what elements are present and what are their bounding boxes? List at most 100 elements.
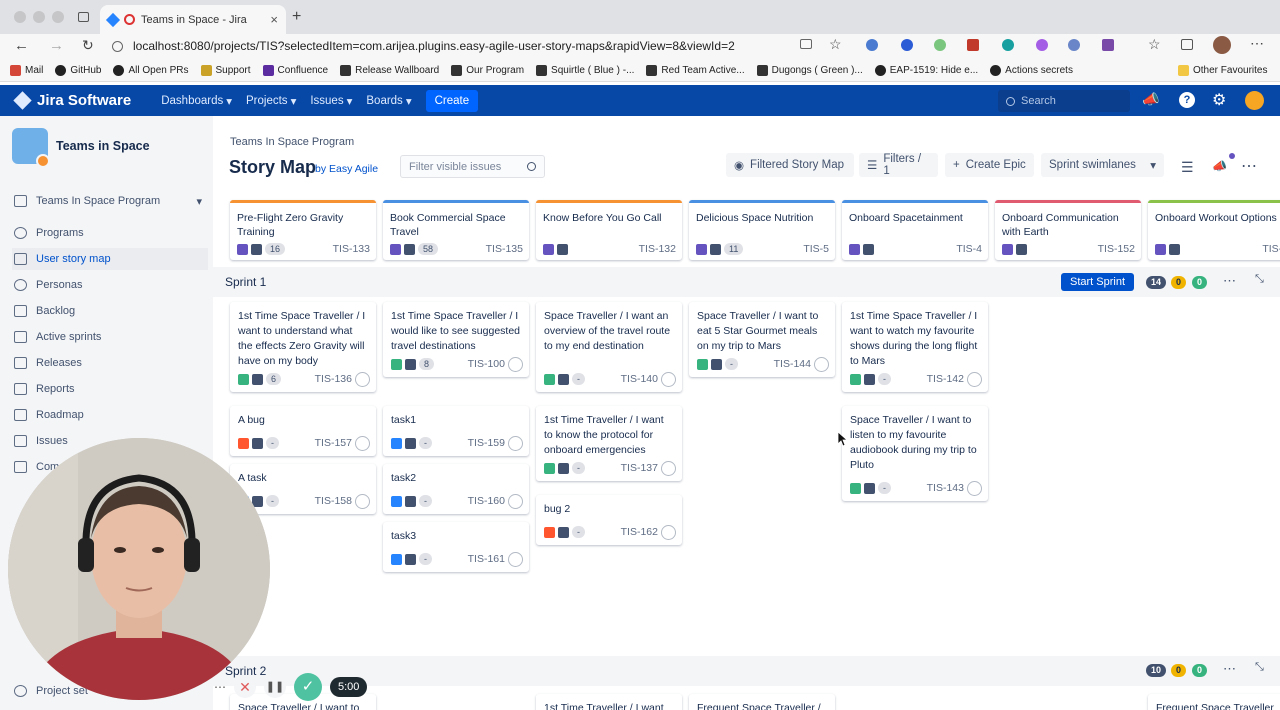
- extension-icon[interactable]: [967, 39, 979, 51]
- more-icon[interactable]: ⋯: [1241, 156, 1257, 176]
- bookmark-our-program[interactable]: Our Program: [451, 65, 524, 76]
- url-field[interactable]: localhost:8080/projects/TIS?selectedItem…: [112, 34, 822, 58]
- extension-icon[interactable]: [1068, 39, 1080, 51]
- browser-menu-icon[interactable]: ⋯: [1250, 35, 1264, 52]
- bookmark-support[interactable]: Support: [200, 65, 251, 76]
- sidebar-item-backlog[interactable]: Backlog: [12, 300, 208, 322]
- settings-gear-icon[interactable]: ⚙: [1212, 90, 1226, 110]
- bookmark-red-team[interactable]: Red Team Active...: [646, 65, 745, 76]
- epic-card[interactable]: Onboard Workout Options TIS-2: [1148, 200, 1280, 260]
- issue-key[interactable]: TIS-142: [927, 372, 964, 387]
- assignee-avatar[interactable]: [508, 356, 523, 372]
- bookmark-squirtle[interactable]: Squirtle ( Blue ) -...: [536, 65, 634, 76]
- issue-key[interactable]: TIS-161: [468, 552, 505, 567]
- project-name[interactable]: Teams in Space: [56, 139, 150, 153]
- story-card[interactable]: Space Traveller / I want to listen to my…: [842, 406, 988, 501]
- story-card[interactable]: Space Traveller / I want an overview of …: [536, 302, 682, 392]
- issue-key[interactable]: TIS-140: [621, 372, 658, 387]
- story-card[interactable]: 1st Time Traveller / I want to know the …: [536, 406, 682, 481]
- issue-key[interactable]: TIS-162: [621, 525, 658, 540]
- sidebar-program-selector[interactable]: Teams In Space Program ▾: [12, 190, 208, 212]
- assignee-avatar[interactable]: [355, 435, 370, 451]
- sidebar-item-programs[interactable]: Programs: [12, 222, 208, 244]
- sidebar-item-reports[interactable]: Reports: [12, 378, 208, 400]
- epic-card[interactable]: Pre-Flight Zero Gravity Training 16 TIS-13…: [230, 200, 376, 260]
- create-button[interactable]: Create: [425, 89, 479, 112]
- task-card[interactable]: task2- TIS-160: [383, 464, 529, 514]
- assignee-avatar[interactable]: [661, 460, 676, 476]
- info-icon[interactable]: [112, 40, 123, 52]
- profile-avatar[interactable]: [1213, 36, 1231, 54]
- assignee-avatar[interactable]: [814, 356, 829, 372]
- start-sprint-button[interactable]: Start Sprint: [1061, 273, 1135, 291]
- nav-issues[interactable]: Issues ▾: [310, 94, 352, 108]
- story-card[interactable]: Frequent Space Traveller /: [689, 694, 835, 710]
- issue-key[interactable]: TIS-2: [1262, 242, 1280, 256]
- issue-key[interactable]: TIS-137: [621, 461, 658, 476]
- assignee-avatar[interactable]: [508, 493, 523, 509]
- epic-card[interactable]: Know Before You Go Call TIS-132: [536, 200, 682, 260]
- extension-icon[interactable]: [934, 39, 946, 51]
- assignee-avatar[interactable]: [355, 371, 370, 387]
- bookmark-confluence[interactable]: Confluence: [262, 65, 328, 76]
- cancel-recording-icon[interactable]: ✕: [234, 676, 256, 698]
- user-avatar[interactable]: [1245, 91, 1264, 110]
- announcement-icon[interactable]: 📣: [1212, 159, 1227, 173]
- window-close-button[interactable]: [14, 11, 26, 23]
- more-icon[interactable]: ⋯: [1223, 661, 1236, 677]
- other-favourites[interactable]: Other Favourites: [1178, 65, 1267, 76]
- forward-icon[interactable]: →: [49, 37, 64, 54]
- sidebar-item-personas[interactable]: Personas: [12, 274, 208, 296]
- bookmark-github[interactable]: GitHub: [55, 65, 101, 76]
- notifications-icon[interactable]: 📣: [1142, 91, 1159, 108]
- bookmark-dugongs[interactable]: Dugongs ( Green )...: [756, 65, 863, 76]
- pause-icon[interactable]: ❚❚: [264, 676, 286, 698]
- tab-actions-icon[interactable]: [78, 12, 89, 22]
- create-epic-button[interactable]: + Create Epic: [945, 153, 1034, 177]
- nav-boards[interactable]: Boards ▾: [366, 94, 411, 108]
- issue-key[interactable]: TIS-136: [315, 372, 352, 387]
- collapse-icon[interactable]: ⤡: [1255, 661, 1264, 674]
- more-icon[interactable]: ⋯: [1223, 273, 1236, 289]
- assignee-avatar[interactable]: [661, 524, 676, 540]
- issue-key[interactable]: TIS-4: [956, 242, 982, 256]
- collapse-icon[interactable]: ⤡: [1255, 273, 1264, 286]
- sidebar-item-user-story-map[interactable]: User story map: [12, 248, 208, 270]
- story-card[interactable]: 1st Time Traveller / I want: [536, 694, 682, 710]
- epic-card[interactable]: Delicious Space Nutrition 11 TIS-5: [689, 200, 835, 260]
- bookmark-open-prs[interactable]: All Open PRs: [113, 65, 189, 76]
- camera-icon[interactable]: [800, 39, 812, 49]
- issue-key[interactable]: TIS-132: [639, 242, 676, 256]
- sprint-1-header[interactable]: Sprint 1 Start Sprint 14 0 0 ⋯ ⤡: [213, 267, 1280, 297]
- issue-key[interactable]: TIS-135: [486, 242, 523, 256]
- by-easy-agile[interactable]: by Easy Agile: [315, 163, 378, 175]
- story-card[interactable]: 1st Time Space Traveller / I want to wat…: [842, 302, 988, 392]
- more-icon[interactable]: ⋯: [214, 680, 226, 694]
- bug-card[interactable]: A bug - TIS-157: [230, 406, 376, 456]
- window-minimize-button[interactable]: [33, 11, 45, 23]
- help-icon[interactable]: ?: [1179, 92, 1195, 108]
- filter-input[interactable]: Filter visible issues: [400, 155, 545, 178]
- extension-icon[interactable]: [1102, 39, 1114, 51]
- story-card[interactable]: 1st Time Space Traveller / I would like …: [383, 302, 529, 377]
- issue-key[interactable]: TIS-143: [927, 481, 964, 496]
- finish-recording-icon[interactable]: ✓: [294, 673, 322, 701]
- nav-dashboards[interactable]: Dashboards ▾: [161, 94, 232, 108]
- nav-projects[interactable]: Projects ▾: [246, 94, 296, 108]
- collections-icon[interactable]: [1181, 39, 1193, 50]
- issue-key[interactable]: TIS-100: [468, 357, 505, 372]
- breadcrumb[interactable]: Teams In Space Program: [230, 136, 354, 148]
- swimlanes-dropdown[interactable]: Sprint swimlanes ▾: [1041, 153, 1164, 177]
- layers-icon[interactable]: ☰: [1181, 159, 1194, 176]
- extension-icon[interactable]: [901, 39, 913, 51]
- assignee-avatar[interactable]: [508, 435, 523, 451]
- assignee-avatar[interactable]: [661, 371, 676, 387]
- sidebar-item-releases[interactable]: Releases: [12, 352, 208, 374]
- issue-key[interactable]: TIS-144: [774, 357, 811, 372]
- window-maximize-button[interactable]: [52, 11, 64, 23]
- bookmark-mail[interactable]: Mail: [10, 65, 43, 76]
- bookmark-eap[interactable]: EAP-1519: Hide e...: [874, 65, 978, 76]
- story-card[interactable]: 1st Time Space Traveller / I want to und…: [230, 302, 376, 392]
- issue-key[interactable]: TIS-159: [468, 436, 505, 451]
- extension-icon[interactable]: [1036, 39, 1048, 51]
